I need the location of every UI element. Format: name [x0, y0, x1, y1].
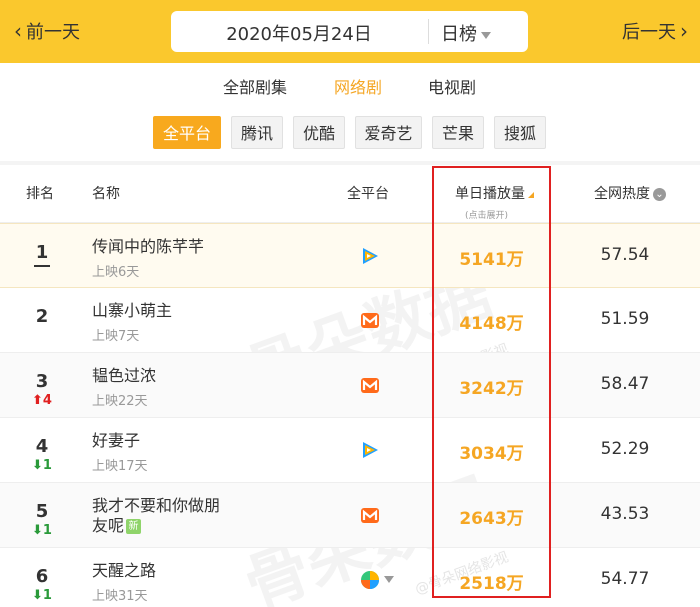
rank-change-value: 1	[42, 588, 52, 603]
table-row[interactable]: 4 ⬇1 好妻子 上映17天 3034万 52.29	[0, 418, 700, 483]
caret-down-icon	[481, 31, 491, 39]
header-platform: 全平台	[347, 186, 389, 202]
heat-score: 58.47	[600, 374, 650, 394]
header-rank: 排名	[26, 186, 54, 202]
rank-type-label: 日榜	[441, 24, 477, 45]
rank-number: 4	[35, 436, 49, 457]
table-header: 排名 名称 全平台 单日播放量 (点击展开) 全网热度 ⌄	[0, 165, 700, 223]
rank-change-value: 1	[42, 523, 52, 538]
table-row[interactable]: 2 山寨小萌主 上映7天 4148万 51.59	[0, 288, 700, 353]
heat-score: 51.59	[600, 309, 650, 329]
days-on-air: 上映7天	[92, 329, 140, 344]
platform-tencent-button[interactable]: 腾讯	[231, 116, 283, 149]
next-day-button[interactable]: 后一天 ›	[622, 18, 692, 44]
rank-number: 1	[30, 242, 54, 267]
mango-tv-icon	[361, 313, 379, 328]
tab-tv-series[interactable]: 电视剧	[428, 74, 476, 98]
header-daily-views-label: 单日播放量	[455, 186, 525, 202]
date-display[interactable]: 2020年05月24日	[171, 20, 427, 46]
table-row[interactable]: 5 ⬇1 我才不要和你做朋友呢新 2643万 43.53	[0, 483, 700, 548]
daily-views: 2643万	[459, 509, 524, 529]
tab-web-series[interactable]: 网络剧	[334, 74, 382, 98]
prev-day-button[interactable]: ‹ 前一天	[10, 18, 80, 44]
rank-change-value: 4	[42, 393, 52, 408]
rank-type-dropdown[interactable]: 日榜	[441, 20, 491, 46]
divider	[428, 19, 429, 44]
header-name: 名称	[92, 186, 120, 202]
header-expand-hint[interactable]: (点击展开)	[465, 208, 508, 221]
top-bar: ‹ 前一天 2020年05月24日 日榜 后一天 ›	[0, 0, 700, 63]
table-row[interactable]: 3 ⬆4 韫色过浓 上映22天 3242万 58.47	[0, 353, 700, 418]
drama-title[interactable]: 好妻子	[92, 431, 242, 451]
prev-day-label: 前一天	[26, 22, 80, 43]
platform-mango-button[interactable]: 芒果	[432, 116, 484, 149]
rank-change: ⬇1	[32, 588, 52, 603]
rank-change: ⬆4	[32, 393, 52, 408]
rank-number: 6	[35, 566, 49, 587]
platform-sohu-button[interactable]: 搜狐	[494, 116, 546, 149]
header-heat-label: 全网热度	[594, 186, 650, 202]
platform-filter: 全平台 腾讯 优酷 爱奇艺 芒果 搜狐	[0, 116, 700, 150]
rank-number: 3	[35, 371, 49, 392]
platform-iqiyi-button[interactable]: 爱奇艺	[355, 116, 422, 149]
header-heat[interactable]: 全网热度 ⌄	[594, 183, 666, 203]
platform-all-button[interactable]: 全平台	[153, 116, 221, 149]
arrow-down-icon: ⬇	[32, 458, 43, 473]
heat-score: 54.77	[600, 569, 650, 589]
table-row[interactable]: 6 ⬇1 天醒之路 上映31天 2518万 54.77	[0, 548, 700, 607]
daily-views: 3242万	[459, 379, 524, 399]
chevron-right-icon: ›	[680, 19, 688, 43]
mango-tv-icon	[361, 508, 379, 523]
next-day-label: 后一天	[622, 22, 676, 43]
drama-title[interactable]: 山寨小萌主	[92, 301, 242, 321]
drama-title[interactable]: 我才不要和你做朋友呢新	[92, 496, 222, 536]
table-row[interactable]: 1 传闻中的陈芊芊 上映6天 5141万 57.54	[0, 223, 700, 288]
rank-number: 5	[35, 501, 49, 522]
platform-youku-button[interactable]: 优酷	[293, 116, 345, 149]
heat-score: 57.54	[600, 245, 650, 265]
chevron-left-icon: ‹	[14, 19, 22, 43]
tab-all-series[interactable]: 全部剧集	[223, 74, 287, 98]
drama-title[interactable]: 天醒之路	[92, 561, 242, 581]
heat-score: 52.29	[600, 439, 650, 459]
sort-icon	[528, 192, 534, 198]
rank-number: 2	[35, 306, 49, 327]
daily-views: 5141万	[459, 250, 524, 270]
daily-views: 4148万	[459, 314, 524, 334]
caret-down-icon[interactable]	[384, 576, 394, 583]
chevron-down-circle-icon[interactable]: ⌄	[653, 187, 666, 201]
rank-change: ⬇1	[32, 458, 52, 473]
arrow-down-icon: ⬇	[32, 588, 43, 603]
daily-views: 3034万	[459, 444, 524, 464]
tencent-video-icon	[363, 248, 378, 264]
rank-change-value: 1	[42, 458, 52, 473]
category-tabs: 全部剧集 网络剧 电视剧	[0, 74, 700, 98]
days-on-air: 上映22天	[92, 394, 148, 409]
arrow-down-icon: ⬇	[32, 523, 43, 538]
mango-tv-icon	[361, 378, 379, 393]
days-on-air: 上映17天	[92, 459, 148, 474]
drama-title-text: 我才不要和你做朋友呢	[92, 496, 221, 535]
multi-platform-icon[interactable]	[360, 570, 380, 590]
rank-change: ⬇1	[32, 523, 52, 538]
new-badge: 新	[126, 519, 142, 534]
daily-views: 2518万	[459, 574, 524, 594]
arrow-up-icon: ⬆	[32, 393, 43, 408]
tencent-video-icon	[363, 442, 378, 458]
days-on-air: 上映31天	[92, 589, 148, 604]
header-daily-views[interactable]: 单日播放量	[455, 183, 534, 203]
drama-title[interactable]: 传闻中的陈芊芊	[92, 237, 242, 257]
date-selector[interactable]: 2020年05月24日 日榜	[171, 11, 528, 52]
days-on-air: 上映6天	[92, 265, 140, 280]
heat-score: 43.53	[600, 504, 650, 524]
drama-title[interactable]: 韫色过浓	[92, 366, 242, 386]
